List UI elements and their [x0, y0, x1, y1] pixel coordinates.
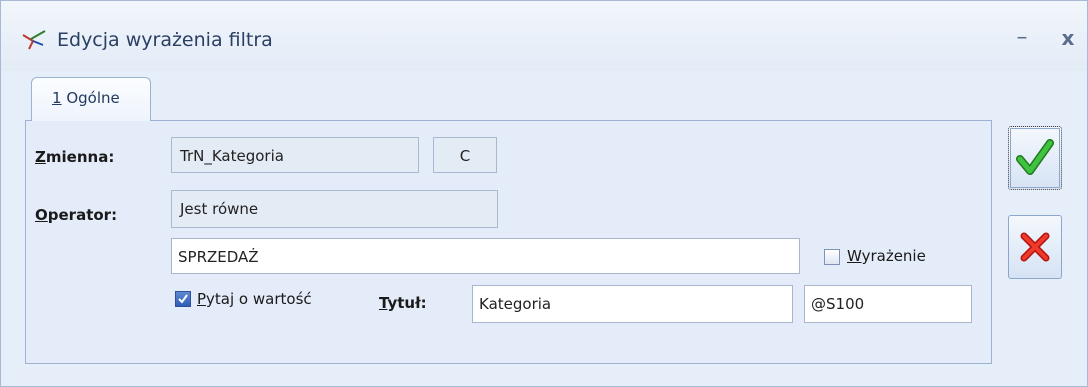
checkmark-icon — [178, 294, 188, 304]
confirm-button[interactable] — [1008, 126, 1062, 190]
expression-checkbox-label[interactable]: Wyrażenie — [847, 247, 926, 265]
value-input[interactable]: SPRZEDAŻ — [171, 238, 800, 274]
minimize-button[interactable]: – — [1007, 23, 1037, 53]
red-x-icon — [1020, 232, 1050, 262]
code-input[interactable]: @S100 — [804, 285, 972, 323]
tab-general[interactable]: 1 Ogólne — [31, 77, 151, 121]
title-bar[interactable]: Edycja wyrażenia filtra – x — [1, 1, 1087, 71]
operator-field[interactable]: Jest równe — [171, 190, 498, 228]
ask-value-checkbox[interactable] — [175, 291, 191, 307]
operator-label: Operator: — [35, 206, 118, 224]
tab-label: 1 Ogólne — [52, 89, 120, 107]
variable-field[interactable]: TrN_Kategoria — [171, 137, 419, 173]
window-title: Edycja wyrażenia filtra — [57, 29, 273, 51]
cancel-button[interactable] — [1008, 215, 1062, 279]
filter-funnel-icon — [21, 29, 47, 51]
close-button[interactable]: x — [1053, 23, 1083, 53]
filter-expression-dialog: Edycja wyrażenia filtra – x 1 Ogólne Zmi… — [0, 0, 1088, 387]
expression-checkbox[interactable] — [824, 249, 840, 265]
variable-label: Zmienna: — [35, 148, 115, 166]
title-label: Tytuł: — [379, 294, 427, 312]
green-checkmark-icon — [1016, 139, 1054, 175]
ask-value-checkbox-label[interactable]: Pytaj o wartość — [197, 290, 312, 308]
variable-type-field[interactable]: C — [433, 137, 497, 173]
title-input[interactable]: Kategoria — [472, 285, 793, 323]
